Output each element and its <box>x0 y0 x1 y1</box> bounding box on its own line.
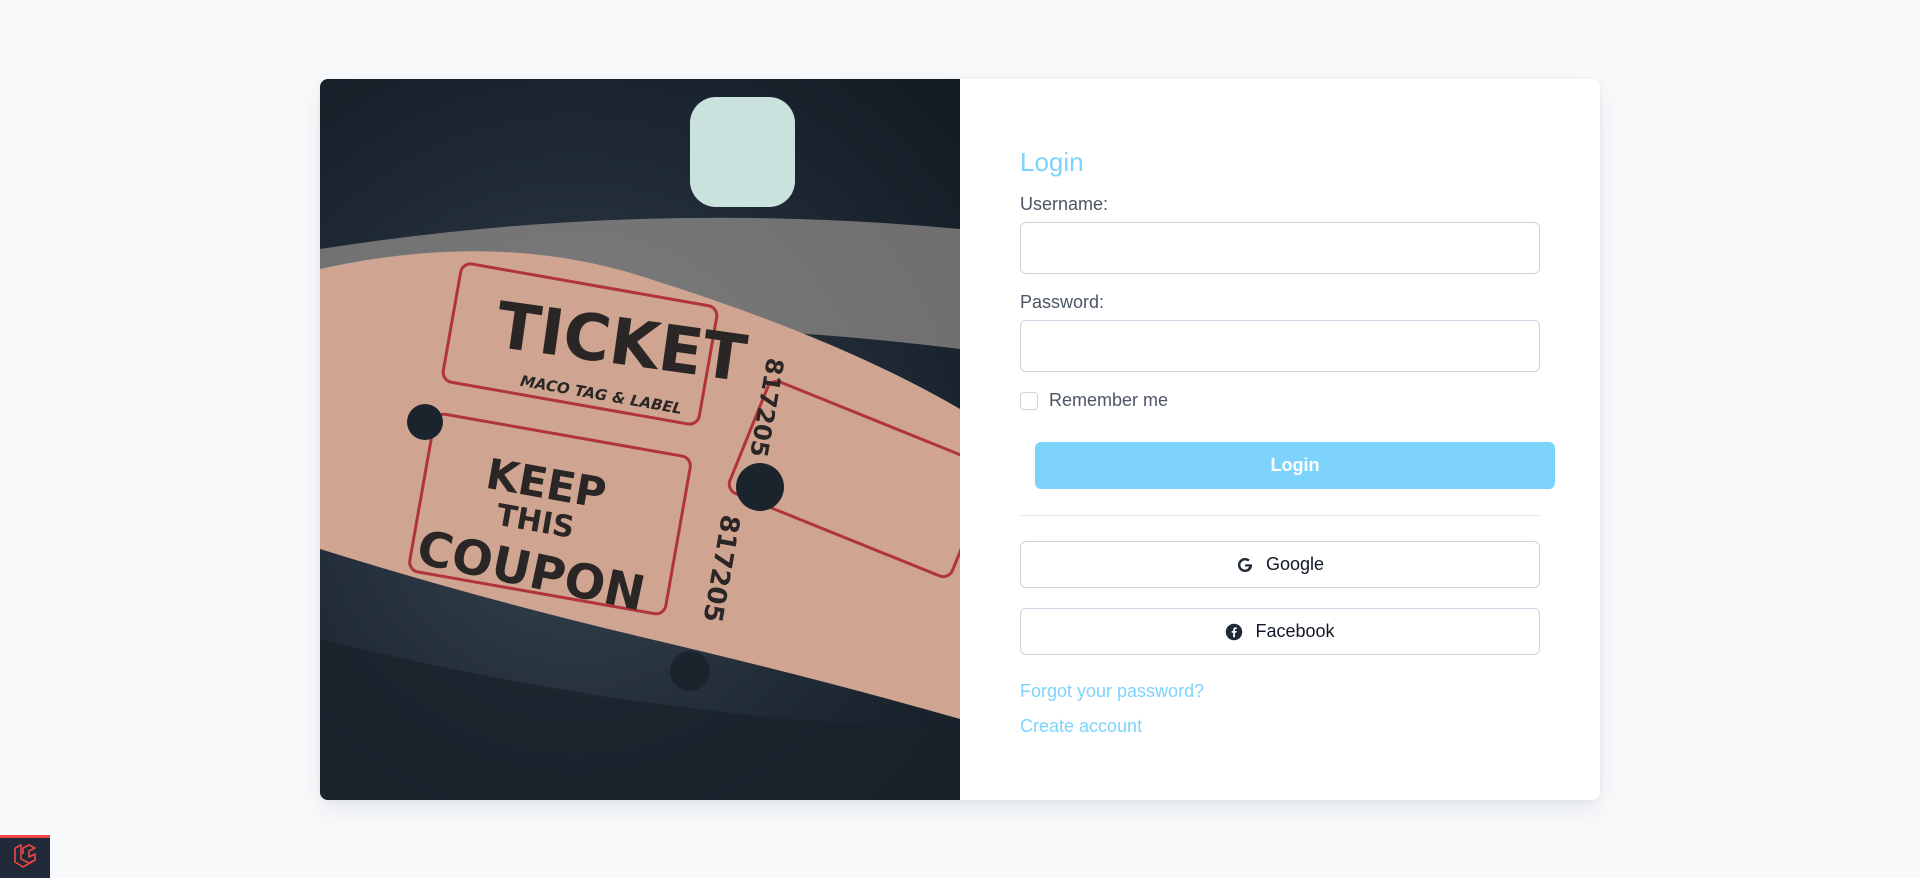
laravel-icon <box>12 843 38 873</box>
password-label: Password: <box>1020 292 1105 312</box>
login-card: TICKET MACO TAG & LABEL KEEP THIS COUPON… <box>320 79 1600 800</box>
facebook-login-button[interactable]: Facebook <box>1020 608 1540 655</box>
forgot-password-link[interactable]: Forgot your password? <box>1020 681 1204 702</box>
facebook-label: Facebook <box>1255 621 1335 641</box>
punch-hole <box>670 651 710 691</box>
google-login-button[interactable]: Google <box>1020 541 1540 588</box>
hero-photo: TICKET MACO TAG & LABEL KEEP THIS COUPON… <box>320 79 960 800</box>
login-form: Login Username: Password: Remember me Lo… <box>960 79 1600 800</box>
punch-hole <box>736 463 784 511</box>
remember-me-label: Remember me <box>1049 390 1169 410</box>
form-title: Login <box>1020 147 1084 177</box>
password-input[interactable] <box>1020 320 1540 372</box>
username-label: Username: <box>1020 194 1109 214</box>
punch-hole <box>407 404 443 440</box>
create-account-link[interactable]: Create account <box>1020 716 1142 737</box>
login-button[interactable]: Login <box>1035 442 1555 489</box>
password-group: Password: <box>1020 292 1540 372</box>
google-label: Google <box>1265 554 1325 574</box>
ticket-roll-illustration: TICKET MACO TAG & LABEL KEEP THIS COUPON… <box>320 97 960 800</box>
facebook-icon <box>1225 623 1243 641</box>
laravel-badge[interactable] <box>0 835 50 878</box>
remember-me-checkbox[interactable] <box>1020 391 1038 410</box>
username-input[interactable] <box>1020 222 1540 274</box>
divider <box>1020 515 1540 516</box>
remember-me-row[interactable]: Remember me <box>1020 390 1540 411</box>
google-icon <box>1236 556 1254 574</box>
username-group: Username: <box>1020 194 1540 274</box>
light-glow <box>690 97 795 207</box>
